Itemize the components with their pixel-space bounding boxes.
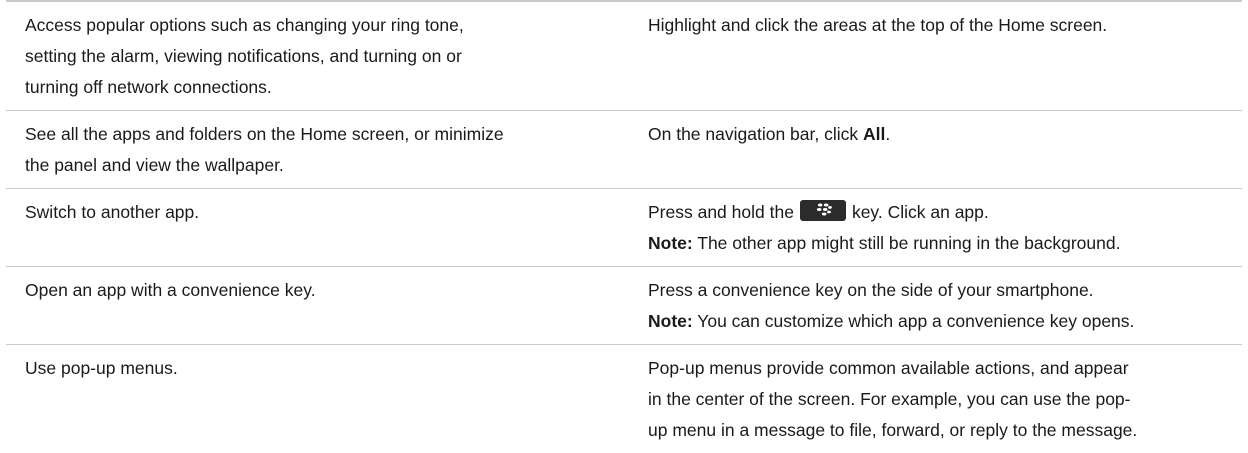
task-cell: Switch to another app. xyxy=(6,189,648,266)
action-cell: Press a convenience key on the side of y… xyxy=(648,267,1242,344)
action-text: Highlight and click the areas at the top… xyxy=(648,15,1108,35)
task-text-line: Access popular options such as changing … xyxy=(25,15,464,35)
table-row: Use pop-up menus. Pop-up menus provide c… xyxy=(6,345,1242,453)
task-cell: Open an app with a convenience key. xyxy=(6,267,648,344)
action-prefix: On the navigation bar, click xyxy=(648,124,863,144)
action-text: On the navigation bar, click All. xyxy=(648,119,1242,150)
table-row: Switch to another app. Press and hold th… xyxy=(6,189,1242,267)
action-cell: Highlight and click the areas at the top… xyxy=(648,2,1242,110)
note-text: The other app might still be running in … xyxy=(692,233,1121,253)
action-before-key: Press and hold the xyxy=(648,202,794,222)
action-text: Press and hold the key. Click an app. xyxy=(648,197,1242,228)
task-text: Switch to another app. xyxy=(25,202,200,222)
action-text: Press a convenience key on the side of y… xyxy=(648,280,1094,300)
task-text-line: the panel and view the wallpaper. xyxy=(25,155,284,175)
note-label: Note: xyxy=(648,311,693,331)
action-text-line: Pop-up menus provide common available ac… xyxy=(648,358,1129,378)
blackberry-logo-icon xyxy=(816,203,832,216)
action-cell: Press and hold the key. Click an app. No… xyxy=(648,189,1242,266)
table-row: See all the apps and folders on the Home… xyxy=(6,111,1242,189)
action-cell: Pop-up menus provide common available ac… xyxy=(648,345,1242,453)
action-text-line: up menu in a message to file, forward, o… xyxy=(648,420,1138,440)
note-line: Note: The other app might still be runni… xyxy=(648,228,1242,259)
task-text-line: turning off network connections. xyxy=(25,77,272,97)
task-text: Use pop-up menus. xyxy=(25,358,178,378)
table-row: Access popular options such as changing … xyxy=(6,0,1242,111)
action-after-key: key. Click an app. xyxy=(851,202,989,222)
task-text: Open an app with a convenience key. xyxy=(25,280,316,300)
table-row: Open an app with a convenience key. Pres… xyxy=(6,267,1242,345)
note-text: You can customize which app a convenienc… xyxy=(692,311,1135,331)
task-text-line: setting the alarm, viewing notifications… xyxy=(25,46,462,66)
note-line: Note: You can customize which app a conv… xyxy=(648,306,1242,337)
note-label: Note: xyxy=(648,233,693,253)
task-text-line: See all the apps and folders on the Home… xyxy=(25,124,504,144)
action-text-line: in the center of the screen. For example… xyxy=(648,389,1131,409)
blackberry-menu-key-icon xyxy=(799,200,846,221)
action-cell: On the navigation bar, click All. xyxy=(648,111,1242,188)
action-suffix: . xyxy=(885,124,891,144)
task-cell: Use pop-up menus. xyxy=(6,345,648,453)
action-bold-term: All xyxy=(862,124,886,144)
task-cell: See all the apps and folders on the Home… xyxy=(6,111,648,188)
instructions-table: Access popular options such as changing … xyxy=(6,0,1242,453)
task-cell: Access popular options such as changing … xyxy=(6,2,648,110)
